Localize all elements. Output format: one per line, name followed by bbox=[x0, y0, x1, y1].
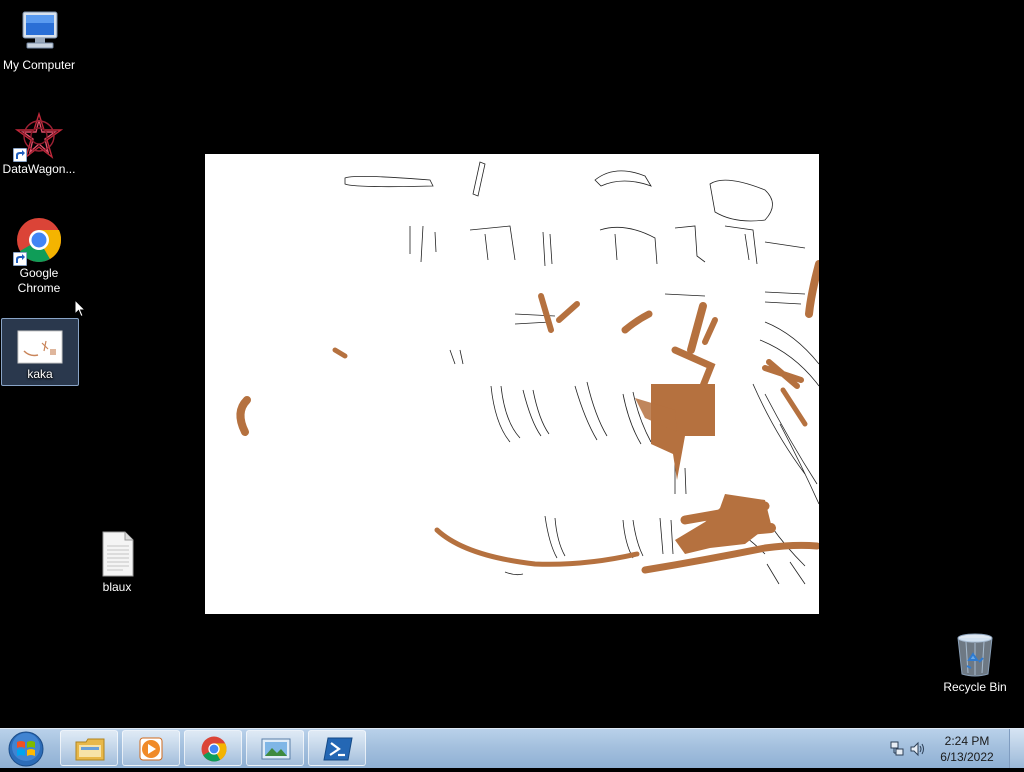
taskbar: 2:24 PM 6/13/2022 bbox=[0, 728, 1024, 768]
taskbar-google-chrome[interactable] bbox=[184, 730, 242, 766]
powershell-icon bbox=[323, 737, 353, 761]
picture-icon bbox=[261, 738, 291, 760]
clock-time: 2:24 PM bbox=[944, 734, 990, 748]
desktop-icon-label: DataWagon... bbox=[2, 162, 76, 176]
windows-start-icon bbox=[8, 731, 44, 767]
desktop-icon-kaka[interactable]: kaka bbox=[1, 318, 79, 386]
show-desktop-button[interactable] bbox=[1009, 729, 1024, 768]
mouse-cursor-icon bbox=[74, 299, 86, 318]
desktop-icon-google-chrome[interactable]: Google Chrome bbox=[0, 216, 78, 298]
desktop-icon-label: kaka bbox=[27, 367, 53, 381]
taskbar-windows-explorer[interactable] bbox=[60, 730, 118, 766]
shortcut-arrow-icon bbox=[13, 252, 27, 266]
desktop-icon-my-computer[interactable]: My Computer bbox=[0, 8, 78, 76]
system-tray: 2:24 PM 6/13/2022 bbox=[884, 729, 1024, 769]
start-button[interactable] bbox=[4, 730, 48, 767]
desktop-icon-label: Google Chrome bbox=[17, 266, 61, 295]
chrome-icon bbox=[13, 216, 63, 266]
datawagon-icon bbox=[13, 111, 64, 162]
media-player-icon bbox=[139, 737, 163, 761]
desktop-icon-label: Recycle Bin bbox=[943, 680, 1007, 694]
folder-icon bbox=[75, 738, 105, 761]
shortcut-arrow-icon bbox=[13, 148, 27, 162]
desktop-icon-label: My Computer bbox=[2, 58, 76, 72]
network-icon[interactable] bbox=[890, 741, 904, 757]
text-file-icon bbox=[93, 530, 141, 578]
chrome-icon bbox=[201, 736, 227, 762]
desktop-icon-datawagon[interactable]: DataWagon... bbox=[0, 111, 78, 180]
clock[interactable]: 2:24 PM 6/13/2022 bbox=[932, 733, 1002, 765]
clock-date: 6/13/2022 bbox=[940, 750, 994, 764]
recycle-bin-icon bbox=[951, 630, 999, 678]
image-file-icon bbox=[16, 329, 64, 365]
volume-icon[interactable] bbox=[910, 741, 926, 757]
desktop: My Computer DataWagon... Google Chrome k… bbox=[0, 0, 1024, 728]
taskbar-image-viewer[interactable] bbox=[246, 730, 304, 766]
desktop-icon-recycle-bin[interactable]: Recycle Bin bbox=[936, 630, 1014, 698]
sketch-image bbox=[236, 161, 819, 585]
computer-icon bbox=[15, 8, 63, 56]
desktop-icon-label: blaux bbox=[102, 580, 132, 594]
desktop-icon-blaux[interactable]: blaux bbox=[78, 530, 156, 596]
taskbar-media-player[interactable] bbox=[122, 730, 180, 766]
image-viewer-window[interactable] bbox=[205, 154, 819, 614]
taskbar-powershell[interactable] bbox=[308, 730, 366, 766]
